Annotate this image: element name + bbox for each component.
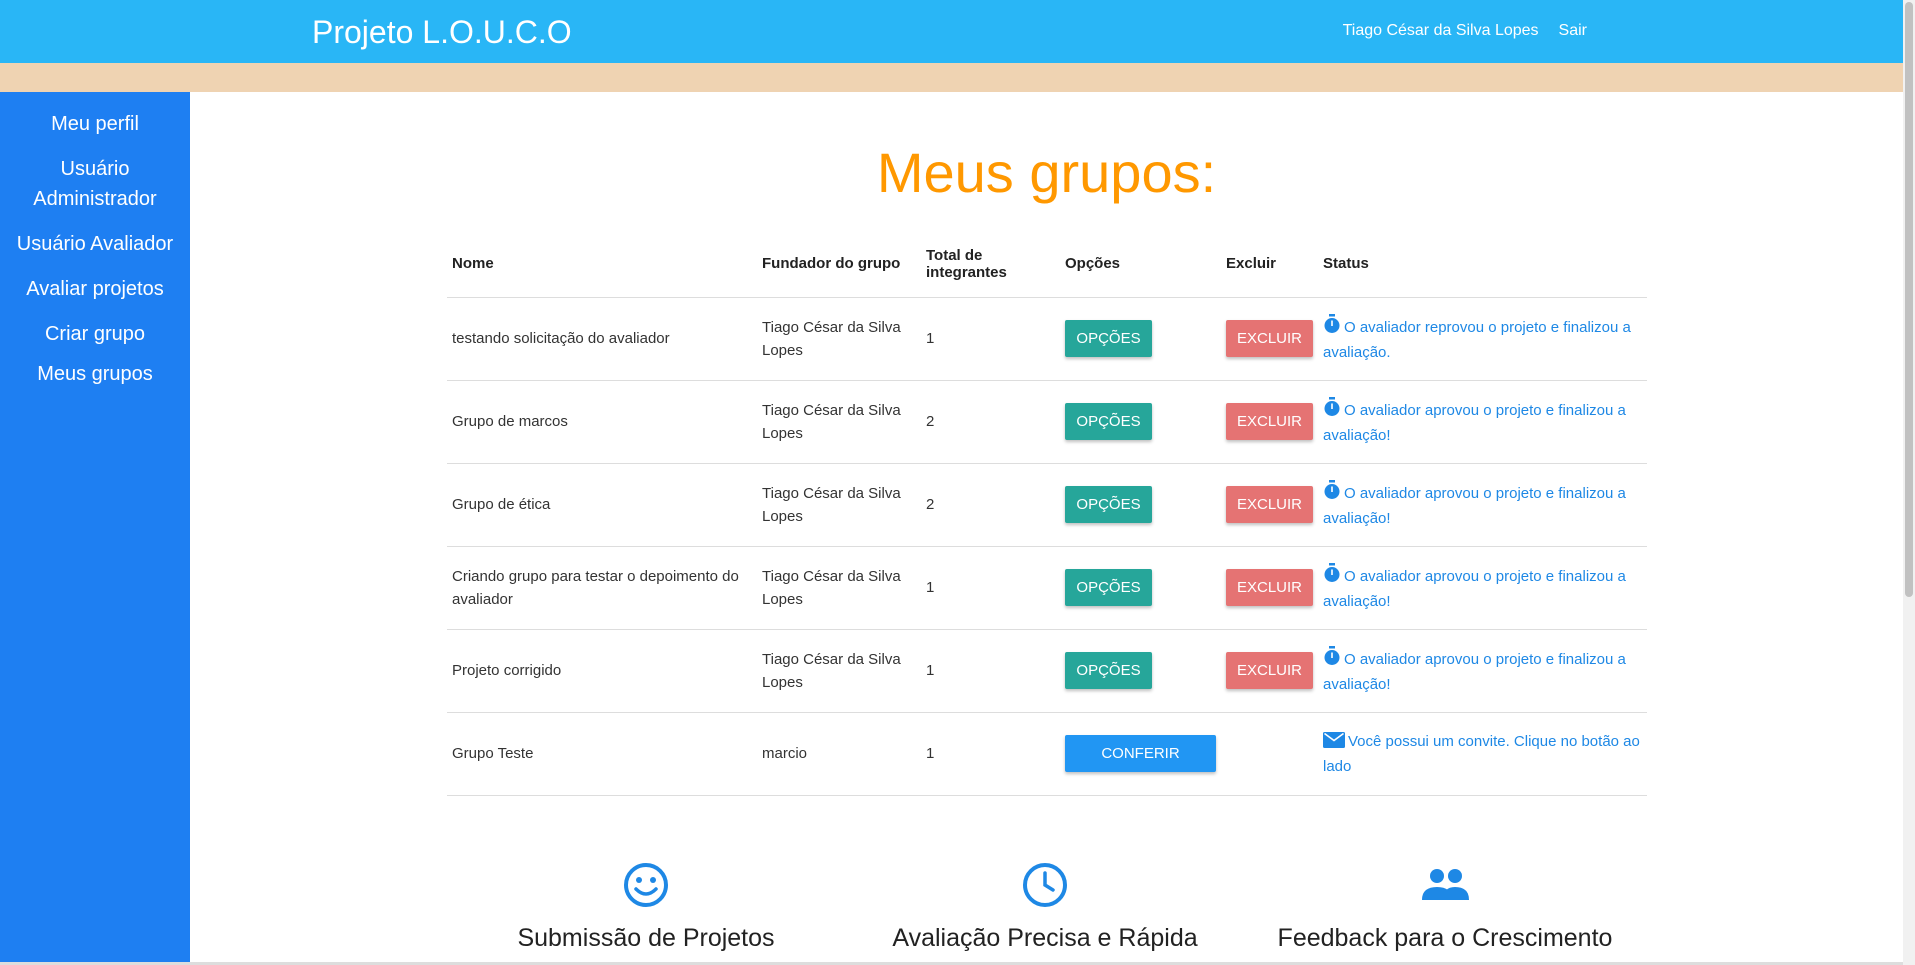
group-founder: marcio — [757, 712, 921, 796]
mail-icon — [1323, 731, 1345, 755]
delete-button[interactable]: EXCLUIR — [1226, 486, 1313, 523]
page-title: Meus grupos: — [876, 141, 1217, 204]
status-text[interactable]: O avaliador aprovou o projeto e finalizo… — [1323, 402, 1626, 444]
status-cell: O avaliador aprovou o projeto e finalizo… — [1318, 380, 1647, 464]
status-cell: O avaliador aprovou o projeto e finalizo… — [1318, 629, 1647, 713]
top-navbar: Projeto L.O.U.C.O Tiago César da Silva L… — [0, 0, 1903, 63]
group-name: Grupo de marcos — [447, 380, 757, 464]
navbar-user-menu: Tiago César da Silva Lopes Sair — [1343, 22, 1587, 40]
column-header-options: Opções — [1060, 231, 1221, 298]
status-cell: Você possui um convite. Clique no botão … — [1318, 712, 1647, 796]
features-section: Submissão de Projetos Avaliação Precisa … — [190, 862, 1903, 965]
table-row: Grupo Teste marcio 1 CONFERIR Você possu… — [447, 712, 1647, 796]
timer-icon — [1323, 479, 1341, 507]
smile-icon — [624, 863, 668, 907]
group-members: 1 — [921, 546, 1060, 630]
sidebar-item-criar-grupo[interactable]: Criar grupo — [0, 319, 190, 349]
group-founder: Tiago César da Silva Lopes — [757, 546, 921, 630]
group-founder: Tiago César da Silva Lopes — [757, 463, 921, 547]
feature-title: Submissão de Projetos — [517, 924, 775, 952]
group-members: 2 — [921, 463, 1060, 547]
group-name: Grupo de ética — [447, 463, 757, 547]
group-name: Projeto corrigido — [447, 629, 757, 713]
delete-button[interactable]: EXCLUIR — [1226, 320, 1313, 357]
clock-icon — [1023, 863, 1067, 907]
options-button[interactable]: OPÇÕES — [1065, 320, 1152, 357]
options-button[interactable]: OPÇÕES — [1065, 403, 1152, 440]
scrollbar-thumb[interactable] — [1905, 2, 1913, 597]
status-text[interactable]: Você possui um convite. Clique no botão … — [1323, 733, 1640, 775]
timer-icon — [1323, 396, 1341, 424]
group-founder: Tiago César da Silva Lopes — [757, 297, 921, 381]
delete-button[interactable]: EXCLUIR — [1226, 652, 1313, 689]
table-row: testando solicitação do avaliador Tiago … — [447, 297, 1647, 381]
options-button[interactable]: OPÇÕES — [1065, 486, 1152, 523]
column-header-members: Total de integrantes — [921, 231, 1060, 298]
delete-button[interactable]: EXCLUIR — [1226, 569, 1313, 606]
sidebar-item-meu-perfil[interactable]: Meu perfil — [0, 109, 190, 139]
sidebar-item-usuario-avaliador[interactable]: Usuário Avaliador — [0, 229, 190, 259]
table-row: Projeto corrigido Tiago César da Silva L… — [447, 629, 1647, 713]
vertical-scrollbar[interactable] — [1903, 0, 1915, 965]
column-header-name: Nome — [447, 231, 757, 298]
sidebar-item-avaliar-projetos[interactable]: Avaliar projetos — [0, 274, 190, 304]
brand-logo[interactable]: Projeto L.O.U.C.O — [312, 14, 572, 51]
groups-table: Nome Fundador do grupo Total de integran… — [447, 231, 1647, 796]
table-row: Criando grupo para testar o depoimento d… — [447, 546, 1647, 630]
options-button[interactable]: OPÇÕES — [1065, 569, 1152, 606]
timer-icon — [1323, 562, 1341, 590]
status-cell: O avaliador aprovou o projeto e finalizo… — [1318, 463, 1647, 547]
group-founder: Tiago César da Silva Lopes — [757, 629, 921, 713]
group-founder: Tiago César da Silva Lopes — [757, 380, 921, 464]
group-members: 1 — [921, 297, 1060, 381]
feature-submission: Submissão de Projetos — [446, 862, 846, 953]
feature-evaluation: Avaliação Precisa e Rápida — [845, 862, 1245, 953]
group-members: 2 — [921, 380, 1060, 464]
sidebar-item-usuario-administrador[interactable]: Usuário Administrador — [0, 154, 190, 214]
status-text[interactable]: O avaliador reprovou o projeto e finaliz… — [1323, 319, 1631, 361]
user-name-link[interactable]: Tiago César da Silva Lopes — [1343, 22, 1539, 40]
delete-button[interactable]: EXCLUIR — [1226, 403, 1313, 440]
timer-icon — [1323, 313, 1341, 341]
group-members: 1 — [921, 629, 1060, 713]
status-cell: O avaliador aprovou o projeto e finalizo… — [1318, 546, 1647, 630]
timer-icon — [1323, 645, 1341, 673]
column-header-founder: Fundador do grupo — [757, 231, 921, 298]
status-text[interactable]: O avaliador aprovou o projeto e finalizo… — [1323, 568, 1626, 610]
sidebar-item-meus-grupos[interactable]: Meus grupos — [0, 359, 190, 389]
logout-link[interactable]: Sair — [1559, 22, 1587, 40]
header-strip — [0, 63, 1903, 92]
group-name: Criando grupo para testar o depoimento d… — [447, 546, 757, 630]
options-button[interactable]: OPÇÕES — [1065, 652, 1152, 689]
status-text[interactable]: O avaliador aprovou o projeto e finalizo… — [1323, 485, 1626, 527]
table-header-row: Nome Fundador do grupo Total de integran… — [447, 231, 1647, 298]
table-row: Grupo de ética Tiago César da Silva Lope… — [447, 463, 1647, 547]
group-name: testando solicitação do avaliador — [447, 297, 757, 381]
group-name: Grupo Teste — [447, 712, 757, 796]
group-icon — [1422, 869, 1469, 900]
feature-title: Avaliação Precisa e Rápida — [892, 924, 1198, 952]
status-text[interactable]: O avaliador aprovou o projeto e finalizo… — [1323, 651, 1626, 693]
sidebar: Meu perfil Usuário Administrador Usuário… — [0, 92, 190, 965]
group-members: 1 — [921, 712, 1060, 796]
feature-title: Feedback para o Crescimento — [1277, 924, 1613, 952]
confirm-invite-button[interactable]: CONFERIR — [1065, 735, 1216, 772]
column-header-delete: Excluir — [1221, 231, 1318, 298]
feature-feedback: Feedback para o Crescimento — [1245, 862, 1645, 953]
table-row: Grupo de marcos Tiago César da Silva Lop… — [447, 380, 1647, 464]
status-cell: O avaliador reprovou o projeto e finaliz… — [1318, 297, 1647, 381]
column-header-status: Status — [1318, 231, 1647, 298]
